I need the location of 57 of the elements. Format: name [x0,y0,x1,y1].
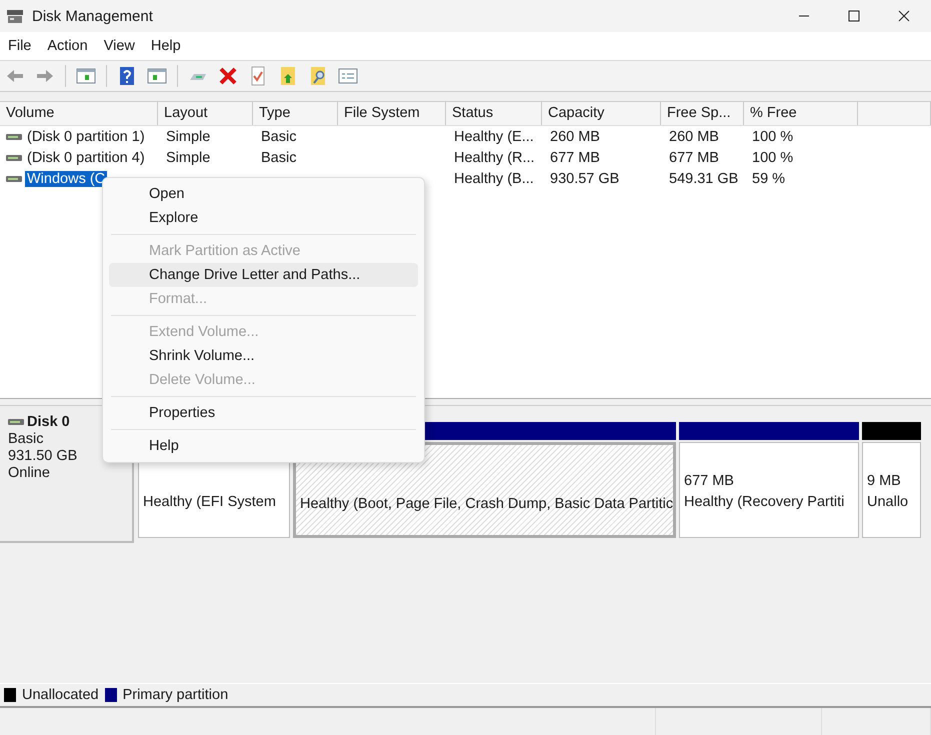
menu-item[interactable]: File [2,36,38,56]
partition-size: 9 MB [867,472,902,491]
table-cell-text: 100 % [751,128,794,144]
table-cell-text: Healthy (B... [453,170,535,186]
legend-label: Primary partition [122,687,228,703]
table-cell-text: Healthy (R... [453,150,536,166]
partition-block[interactable]: Healthy (Boot, Page File, Crash Dump, Basic Data Partitic [293,442,676,538]
table-cell-text: Basic [260,150,298,166]
drive-icon [6,132,22,140]
menu-item[interactable]: Shrink Volume... [109,344,418,368]
column-header[interactable]: Volume [0,102,158,125]
disk-state: Online [8,465,51,481]
table-cell-text: 260 MB [668,128,720,144]
table-cell-text: Healthy (E... [453,128,535,144]
app-icon [6,8,24,24]
disk-type: Basic [8,431,44,447]
column-header[interactable]: Type [253,102,338,125]
partition-block[interactable]: 9 MB Unallo [862,442,921,538]
menu-item[interactable]: Open [109,182,418,206]
partition-size: 677 MB [684,472,735,491]
table-cell-text: (Disk 0 partition 1) [26,128,146,144]
table-cell-text: 549.31 GB [668,170,740,186]
column-header[interactable]: Free Sp... [661,102,744,125]
menu-item[interactable]: View [98,36,141,56]
table-cell-text: Basic [260,128,298,144]
column-header[interactable]: % Free [744,102,858,125]
legend-label: Unallocated [22,687,99,703]
disk-size: 931.50 GB [8,448,78,464]
column-header[interactable]: Layout [158,102,253,125]
partition-status: Healthy (EFI System [143,493,277,512]
table-cell-text: Simple [165,150,212,166]
close-icon [898,10,910,22]
column-header[interactable]: Status [446,102,542,125]
partition-status: Healthy (Recovery Partiti [684,493,846,512]
partition-status: Unallo [867,493,910,512]
table-cell-text: 677 MB [549,150,601,166]
table-cell-text: (Disk 0 partition 4) [26,150,146,166]
drive-icon [8,418,24,426]
maximize-icon [848,10,860,22]
column-header[interactable]: File System [338,102,446,125]
menu-item[interactable]: Explore [109,206,418,230]
drive-icon [6,154,22,162]
table-cell-text: 59 % [751,170,786,186]
menu-item[interactable]: Change Drive Letter and Paths... [109,263,418,287]
menu-item[interactable]: Help [144,36,187,56]
menu-item[interactable]: Properties [109,401,418,425]
disk-name: Disk 0 [27,414,70,430]
table-cell-text: 677 MB [668,150,720,166]
table-cell-text: 100 % [751,150,794,166]
table-cell-text: 260 MB [549,128,601,144]
menu-item[interactable]: Action [41,36,94,56]
drive-icon [6,174,22,182]
table-cell-text: Simple [165,128,212,144]
column-header[interactable]: Capacity [542,102,661,125]
window-title: Disk Management [32,8,154,24]
table-cell-text: 930.57 GB [549,170,620,186]
partition-block[interactable]: 677 MB Healthy (Recovery Partiti [679,442,859,538]
